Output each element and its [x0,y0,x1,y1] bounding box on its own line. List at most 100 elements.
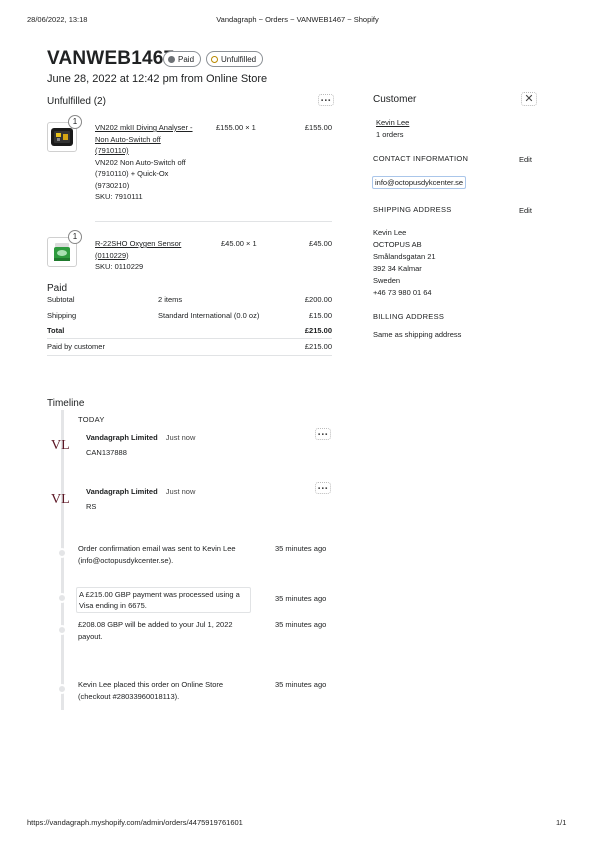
event-text-line1: £208.08 GBP will be added to your Jul 1,… [78,620,233,629]
timeline-event: Order confirmation email was sent to Kev… [78,543,268,567]
event-text-line1: Kevin Lee placed this order on Online St… [78,680,224,689]
customer-email[interactable]: info@octopusdykcenter.se [372,176,467,189]
subtotal-label: Subtotal [47,295,75,304]
subtotal-detail: 2 items [158,295,183,304]
event-text-line1: A £215.00 GBP payment was processed usin… [79,590,240,599]
event-text-line2: payout. [78,632,103,641]
address-line: 392 34 Kalmar [373,264,422,273]
product-case-image [51,128,73,146]
product-sensor-image [54,243,70,261]
timeline-event-dot [57,684,67,694]
product-link[interactable]: R-22SHO Oxygen Sensor [95,239,181,248]
print-page-number: 1/1 [556,818,567,827]
event-text-line2: (checkout #28033960018113). [78,692,180,701]
avatar: VL [51,438,70,453]
customer-name-link[interactable]: Kevin Lee [376,117,409,128]
customer-orders-count: 1 orders [376,130,404,139]
unit-price: £45.00 × 1 [221,239,257,248]
subtotal-amount: £200.00 [304,295,332,304]
divider [47,355,332,356]
paid-badge-label: Paid [178,54,195,64]
timeline-event-dot [57,593,67,603]
shipping-edit-button[interactable]: Edit [519,206,532,215]
more-horizontal-icon[interactable]: ... [315,481,331,494]
contact-info-heading: CONTACT INFORMATION [373,154,469,163]
timeline-event: Kevin Lee placed this order on Online St… [78,679,268,703]
shipping-address-heading: SHIPPING ADDRESS [373,205,452,214]
event-time: 35 minutes ago [275,594,327,603]
print-footer-url: https://vandagraph.myshopify.com/admin/o… [27,818,243,827]
sku: SKU: 0110229 [95,262,144,271]
shipping-detail: Standard International (0.0 oz) [158,311,260,320]
event-time: 35 minutes ago [275,680,327,689]
quantity-badge: 1 [68,230,82,244]
address-line: Kevin Lee [373,228,407,237]
status-dot-icon [168,55,175,63]
total-amount: £215.00 [304,326,332,335]
print-page-title: Vandagraph ~ Orders ~ VANWEB1467 ~ Shopi… [216,15,379,24]
comment-2-header: Vandagraph Limited Just now [86,486,195,497]
shipping-label: Shipping [47,311,77,320]
unfulfilled-badge: Unfulfilled [206,51,264,67]
product-link-line2[interactable]: Non Auto-Switch off [95,135,161,144]
event-text-line2: Visa ending in 6675. [79,601,147,610]
comment-author: Vandagraph Limited [86,433,158,442]
timeline-track [61,410,64,710]
comment-time: Just now [165,487,196,496]
paid-title: Paid [47,283,68,294]
timeline-event[interactable]: A £215.00 GBP payment was processed usin… [76,587,251,613]
status-ring-icon [211,55,218,63]
timeline-event: £208.08 GBP will be added to your Jul 1,… [78,619,268,643]
more-horizontal-icon[interactable]: ... [315,427,331,440]
event-text-line1: Order confirmation email was sent to Kev… [78,544,236,553]
comment-time: Just now [165,433,196,442]
timeline-title: Timeline [47,398,85,409]
variant-line1: VN202 Non Auto-Switch off [95,157,186,167]
timeline-today-label: TODAY [78,415,105,424]
address-line: Sweden [373,276,401,285]
billing-address-heading: BILLING ADDRESS [373,312,445,321]
variant-line3: (9730210) [95,180,130,190]
address-line: OCTOPUS AB [373,240,422,249]
product-link-line3[interactable]: (7910110) [95,146,129,155]
order-subtitle: June 28, 2022 at 12:42 pm from Online St… [47,73,268,85]
comment-author: Vandagraph Limited [86,487,158,496]
event-time: 35 minutes ago [275,544,327,553]
total-label: Total [47,326,65,335]
variant-line2: (7910110) + Quick-Ox [95,169,169,178]
avatar: VL [51,492,70,507]
shipping-address: Kevin Lee OCTOPUS AB Smålandsgatan 21 39… [373,227,436,299]
quantity-badge: 1 [68,115,82,129]
event-time: 35 minutes ago [275,620,327,629]
paid-by-customer-label: Paid by customer [47,342,105,351]
divider [47,338,332,339]
unit-price: £155.00 × 1 [216,123,256,132]
line-total: £45.00 [309,239,332,248]
timeline-event-dot [57,548,67,558]
comment-1-header: Vandagraph Limited Just now [86,432,195,443]
divider [95,221,332,222]
close-icon[interactable]: ✕ [521,92,537,106]
product-link[interactable]: VN202 mkII Diving Analyser - [95,123,193,132]
sku: SKU: 7910111 [95,192,143,201]
paid-by-customer-amount: £215.00 [304,342,332,351]
order-title: VANWEB1467 [47,48,175,69]
event-text-line2: (info@octopusdykcenter.se). [78,556,174,565]
billing-address-text: Same as shipping address [373,330,462,339]
more-horizontal-icon[interactable]: ... [318,93,334,106]
unfulfilled-title: Unfulfilled (2) [47,96,106,107]
customer-title: Customer [373,94,417,105]
unfulfilled-badge-label: Unfulfilled [221,54,257,64]
comment-text: CAN137888 [86,448,127,457]
line-item-2: R-22SHO Oxygen Sensor (0110229) SKU: 011… [95,238,210,273]
comment-text: RS [86,502,97,511]
product-link-line2[interactable]: (0110229) [95,251,129,260]
line-item-1: VN202 mkII Diving Analyser - Non Auto-Sw… [95,122,210,203]
address-line: +46 73 980 01 64 [373,288,432,297]
paid-badge: Paid [163,51,202,67]
line-total: £155.00 [304,123,332,132]
timeline-event-dot [57,625,67,635]
contact-edit-button[interactable]: Edit [519,155,532,164]
address-line: Smålandsgatan 21 [373,252,436,261]
shipping-amount: £15.00 [309,311,332,320]
